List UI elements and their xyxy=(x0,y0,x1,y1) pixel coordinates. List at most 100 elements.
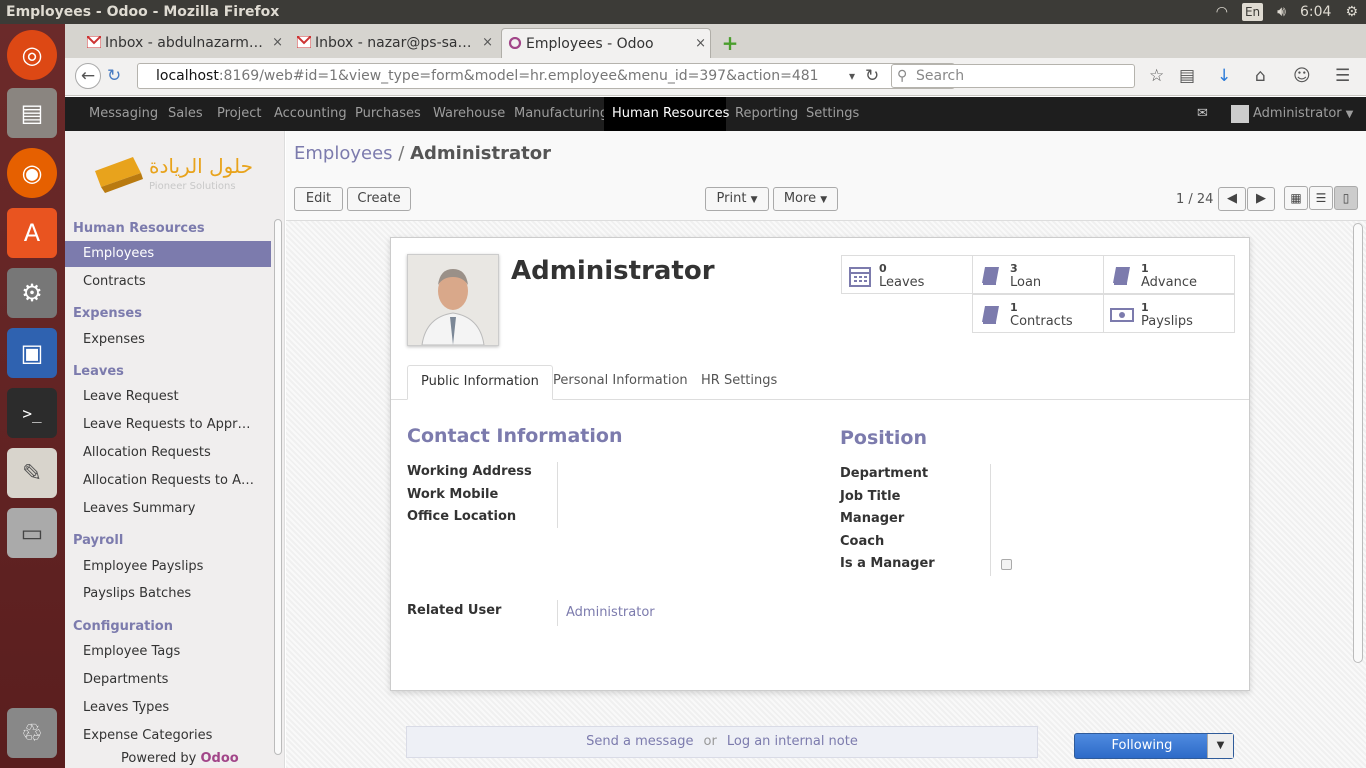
sidebar-item-expenses[interactable]: Expenses xyxy=(65,327,271,353)
send-message-link[interactable]: Send a message xyxy=(586,734,693,749)
list-view-icon[interactable]: ☰ xyxy=(1309,186,1333,210)
chat-bubble-icon[interactable]: ✉ xyxy=(1189,97,1216,131)
close-tab-icon[interactable]: × xyxy=(482,28,493,58)
pager-previous-button[interactable]: ◀ xyxy=(1218,187,1246,211)
caret-down-icon[interactable]: ▼ xyxy=(1207,734,1233,758)
user-menu[interactable]: Administrator ▼ xyxy=(1223,97,1361,131)
sidebar-item-allocation-requests[interactable]: Allocation Requests xyxy=(65,440,271,466)
menu-accounting[interactable]: Accounting xyxy=(266,97,355,131)
menu-human-resources[interactable]: Human Resources xyxy=(604,97,729,131)
menu-sales[interactable]: Sales xyxy=(160,97,211,131)
browser-tab-employees[interactable]: Employees - Odoo × xyxy=(501,28,711,58)
remote-desktop-icon[interactable]: ▣ xyxy=(7,328,57,378)
menu-warehouse[interactable]: Warehouse xyxy=(425,97,513,131)
tab-hr-settings[interactable]: HR Settings xyxy=(688,365,790,400)
create-button[interactable]: Create xyxy=(347,187,411,211)
keyboard-layout-indicator[interactable]: En xyxy=(1241,3,1264,21)
sidebar-item-expense-categories[interactable]: Expense Categories xyxy=(65,723,271,749)
stat-value: 1 xyxy=(1141,301,1149,314)
bookmark-star-icon[interactable]: ☆ xyxy=(1149,66,1164,86)
related-user-link[interactable]: Administrator xyxy=(566,605,655,620)
reading-list-icon[interactable]: ▤ xyxy=(1179,66,1195,86)
drive-icon[interactable]: ▭ xyxy=(7,508,57,558)
sidebar-item-leaves-types[interactable]: Leaves Types xyxy=(65,695,271,721)
reload-icon[interactable]: ↻ xyxy=(865,66,879,86)
following-button[interactable]: Following ▼ xyxy=(1074,733,1234,759)
sidebar-item-employee-tags[interactable]: Employee Tags xyxy=(65,639,271,665)
sidebar-item-employee-payslips[interactable]: Employee Payslips xyxy=(65,554,271,580)
stat-button-advance[interactable]: 1 Advance xyxy=(1103,255,1235,294)
terminal-icon[interactable]: >_ xyxy=(7,388,57,438)
calendar-icon xyxy=(849,267,871,287)
sidebar-item-contracts[interactable]: Contracts xyxy=(65,269,271,295)
url-bar[interactable]: localhost:8169/web#id=1&view_type=form&m… xyxy=(137,63,955,89)
menu-manufacturing[interactable]: Manufacturing xyxy=(506,97,616,131)
breadcrumb-separator: / xyxy=(398,143,405,164)
tab-public-information[interactable]: Public Information xyxy=(407,365,553,400)
edit-button[interactable]: Edit xyxy=(294,187,343,211)
user-name: Administrator xyxy=(1253,106,1342,121)
home-icon[interactable]: ⌂ xyxy=(1255,66,1266,86)
stat-button-contracts[interactable]: 1 Contracts xyxy=(972,294,1104,333)
log-note-link[interactable]: Log an internal note xyxy=(727,734,858,749)
software-center-icon[interactable]: A xyxy=(7,208,57,258)
sidebar-item-leave-requests-to-approve[interactable]: Leave Requests to Appr… xyxy=(65,412,271,438)
book-icon xyxy=(982,267,999,285)
identity-icon[interactable]: ↻ xyxy=(107,66,121,86)
breadcrumb-current: Administrator xyxy=(410,143,551,164)
company-logo[interactable]: حلول الريادة Pioneer Solutions xyxy=(93,149,263,199)
settings-icon[interactable]: ⚙ xyxy=(7,268,57,318)
gear-icon[interactable]: ⚙ xyxy=(1345,0,1358,24)
chat-icon[interactable]: ☺ xyxy=(1293,66,1311,86)
search-input[interactable]: ⚲ Search xyxy=(891,64,1135,88)
sidebar-scrollbar[interactable] xyxy=(274,219,282,755)
browser-tab-inbox-2[interactable]: Inbox - nazar@ps-sa… × xyxy=(291,28,497,58)
employee-photo[interactable] xyxy=(407,254,499,346)
trash-icon[interactable]: ♲ xyxy=(7,708,57,758)
pager-value: 1 / 24 xyxy=(1176,192,1214,207)
text-editor-icon[interactable]: ✎ xyxy=(7,448,57,498)
more-button[interactable]: More ▼ xyxy=(773,187,838,211)
new-tab-button[interactable]: + xyxy=(715,28,745,58)
back-arrow-icon[interactable]: ← xyxy=(75,63,101,89)
sidebar-item-leave-request[interactable]: Leave Request xyxy=(65,384,271,410)
breadcrumb-employees[interactable]: Employees xyxy=(294,143,393,164)
close-tab-icon[interactable]: × xyxy=(695,29,706,58)
menu-icon[interactable]: ☰ xyxy=(1335,66,1350,86)
files-icon[interactable]: ▤ xyxy=(7,88,57,138)
tab-personal-information[interactable]: Personal Information xyxy=(540,365,701,400)
sidebar-item-employees[interactable]: Employees xyxy=(65,241,271,267)
is-a-manager-checkbox[interactable] xyxy=(1001,559,1012,570)
sidebar-item-allocation-requests-to-approve[interactable]: Allocation Requests to A… xyxy=(65,468,271,494)
stat-button-loan[interactable]: 3 Loan xyxy=(972,255,1104,294)
menu-settings[interactable]: Settings xyxy=(798,97,867,131)
stat-value: 1 xyxy=(1010,301,1018,314)
clock[interactable]: 6:04 xyxy=(1300,0,1331,24)
ubuntu-dash-icon[interactable]: ◎ xyxy=(7,30,57,80)
close-tab-icon[interactable]: × xyxy=(272,28,283,58)
menu-reporting[interactable]: Reporting xyxy=(727,97,806,131)
firefox-icon[interactable]: ◉ xyxy=(7,148,57,198)
menu-project[interactable]: Project xyxy=(209,97,269,131)
print-button[interactable]: Print ▼ xyxy=(705,187,769,211)
odoo-brand-link[interactable]: Odoo xyxy=(201,751,239,766)
kanban-view-icon[interactable]: ▦ xyxy=(1284,186,1308,210)
browser-tab-inbox-1[interactable]: Inbox - abdulnazarm… × xyxy=(81,28,287,58)
main-scrollbar[interactable] xyxy=(1353,223,1363,663)
wifi-icon[interactable]: ◠ xyxy=(1216,0,1228,24)
sidebar-item-payslips-batches[interactable]: Payslips Batches xyxy=(65,581,271,607)
dropdown-arrow-icon[interactable]: ▾ xyxy=(849,66,855,86)
downloads-icon[interactable]: ↓ xyxy=(1217,66,1231,86)
stat-button-payslips[interactable]: 1 Payslips xyxy=(1103,294,1235,333)
menu-messaging[interactable]: Messaging xyxy=(81,97,166,131)
menu-purchases[interactable]: Purchases xyxy=(347,97,429,131)
sidebar-item-departments[interactable]: Departments xyxy=(65,667,271,693)
stat-button-leaves[interactable]: 0 Leaves xyxy=(841,255,973,294)
is-a-manager-label: Is a Manager xyxy=(840,556,935,571)
coach-label: Coach xyxy=(840,534,885,549)
pager-next-button[interactable]: ▶ xyxy=(1247,187,1275,211)
sidebar-item-leaves-summary[interactable]: Leaves Summary xyxy=(65,496,271,522)
form-view-icon[interactable]: ▯ xyxy=(1334,186,1358,210)
volume-icon[interactable]: 🔊︎ xyxy=(1277,0,1286,24)
url-host: localhost xyxy=(156,68,219,84)
